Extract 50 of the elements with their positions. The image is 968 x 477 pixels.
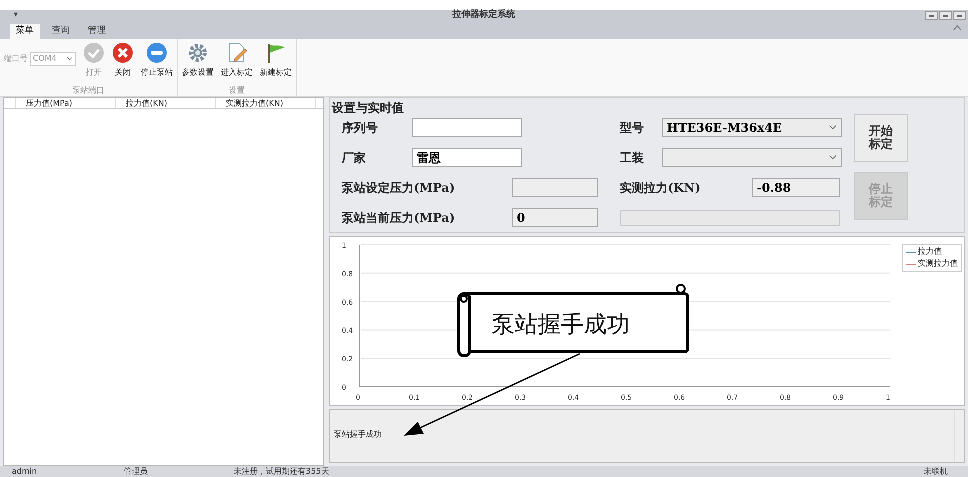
field-label: 工装 (620, 150, 645, 166)
minimize-button[interactable] (925, 11, 938, 20)
ribbon-button[interactable]: 参数设置 (182, 42, 214, 79)
ribbon-tab[interactable]: 菜单 (10, 24, 40, 39)
chevron-down-icon (829, 155, 837, 160)
window-title: 拉伸器标定系统 (452, 9, 516, 22)
field-label: 型号 (620, 120, 645, 136)
column-header[interactable]: 拉力值(KN) (116, 98, 216, 108)
field-label: 实测拉力(KN) (620, 180, 702, 196)
legend-label: 实测拉力值 (918, 258, 958, 270)
serial-field[interactable] (412, 118, 522, 137)
chevron-down-icon (67, 57, 73, 61)
ribbon-button[interactable]: 新建标定 (260, 42, 292, 79)
chevron-down-icon (829, 125, 837, 130)
field-label: 泵站设定压力(MPa) (342, 180, 456, 196)
quick-access-menu[interactable]: ▾ (14, 9, 18, 21)
status-license: 未注册，试用期还有355天 (234, 466, 330, 477)
maker-field[interactable]: 雷恩 (412, 148, 522, 167)
gear-icon (187, 42, 209, 64)
ribbon-button[interactable]: 关闭 (112, 42, 134, 79)
collapse-icon[interactable] (953, 25, 962, 31)
ribbon-button[interactable]: 进入标定 (221, 42, 253, 79)
field-label: 序列号 (342, 120, 379, 136)
status-user: admin (12, 466, 38, 477)
minus-icon (146, 42, 168, 64)
model-dropdown[interactable]: HTE36E-M36x4E (662, 118, 842, 137)
group-label: 设置 (228, 86, 246, 96)
group-label: 泵站端口 (72, 86, 106, 96)
callout-text: 泵站握手成功 (492, 311, 630, 340)
set-pressure-field[interactable] (512, 178, 598, 197)
current-pressure-field[interactable]: 0 (512, 208, 598, 227)
status-connection: 未联机 (924, 466, 949, 477)
column-header[interactable]: 实测拉力值(KN) (216, 98, 316, 108)
fixture-dropdown[interactable] (662, 148, 842, 167)
check-icon (83, 42, 105, 64)
close-icon (112, 42, 134, 64)
column-header[interactable]: 压力值(MPa) (16, 98, 116, 108)
group-title: 设置与实时值 (332, 100, 404, 117)
calibration-button[interactable]: 开始标定 (854, 114, 908, 162)
field-label: 泵站当前压力(MPa) (342, 210, 456, 226)
measured-field[interactable]: -0.88 (752, 178, 840, 197)
field-label: 厂家 (342, 150, 367, 166)
port-label: 端口号 (4, 53, 28, 65)
ribbon-tab[interactable]: 管理 (82, 24, 112, 39)
ribbon-button[interactable]: 停止泵站 (141, 42, 173, 79)
status-role: 管理员 (124, 466, 149, 477)
log-message: 泵站握手成功 (334, 430, 382, 439)
flag-icon (265, 42, 287, 64)
ribbon-tab[interactable]: 查询 (46, 24, 76, 39)
legend-label: 拉力值 (918, 246, 942, 258)
